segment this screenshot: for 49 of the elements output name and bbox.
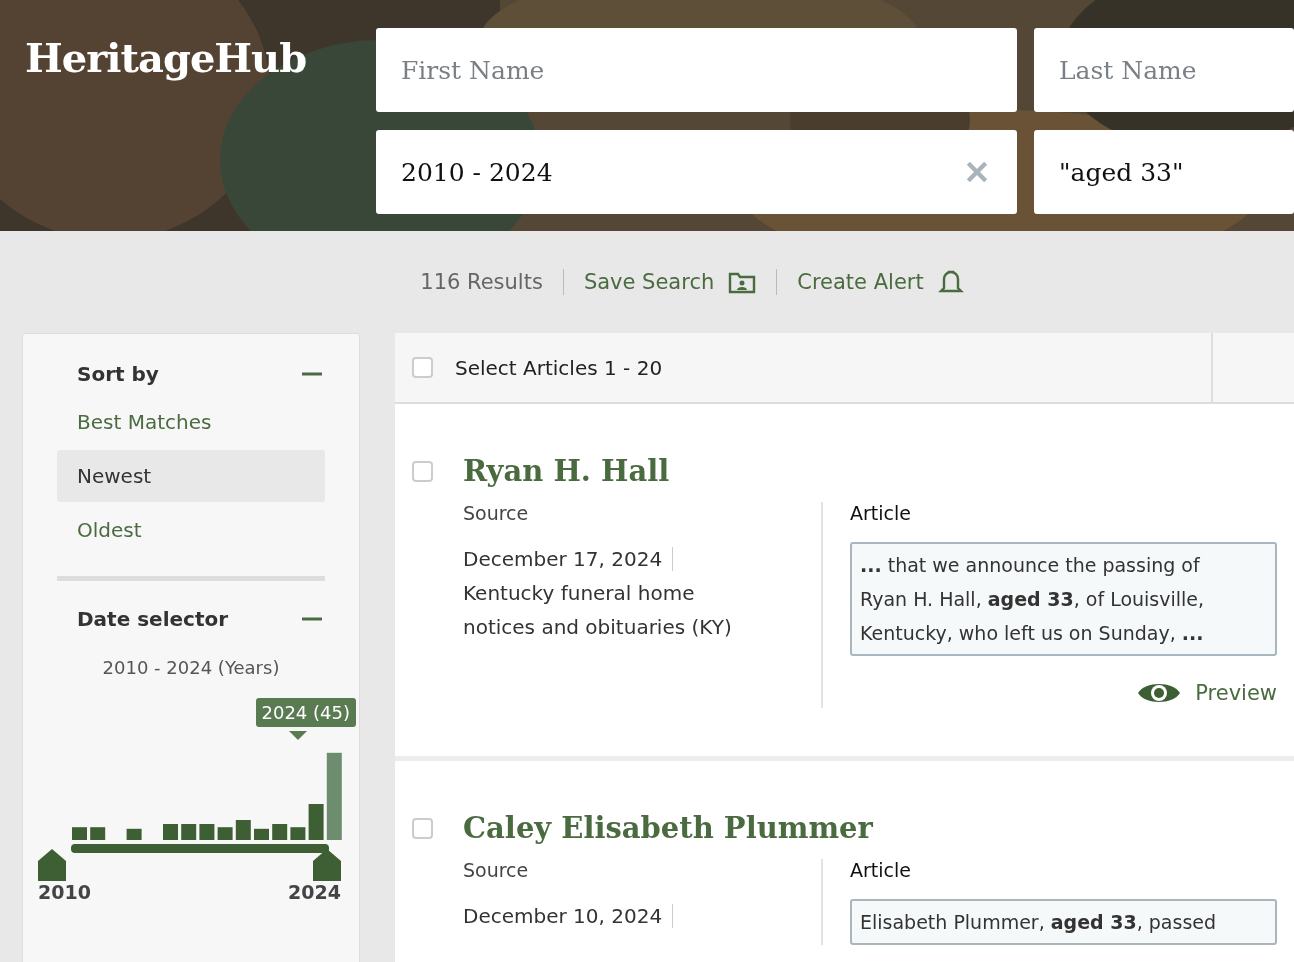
axis-label: 2010	[38, 881, 91, 903]
select-label: Select Articles 1 - 20	[455, 355, 664, 380]
histogram-bar[interactable]	[181, 824, 197, 840]
source-label: Source	[463, 859, 530, 881]
date-range-text: 2010 - 2024 (Years)	[101, 657, 281, 678]
article-snippet: Elisabeth Plummer, aged 33, passed	[850, 899, 1277, 945]
histogram-bar[interactable]	[217, 827, 233, 840]
sort-option[interactable]: Best Matches	[57, 396, 325, 448]
slider-handle[interactable]	[38, 849, 66, 881]
site-logo[interactable]: HeritageHub	[0, 0, 376, 81]
create-alert-link[interactable]: Create Alert	[797, 270, 924, 294]
histogram-bar[interactable]	[199, 824, 215, 840]
histogram-bar[interactable]	[326, 752, 342, 840]
preview-link[interactable]: Preview	[1195, 681, 1277, 705]
histogram-bar[interactable]	[254, 828, 269, 840]
checkbox[interactable]	[412, 357, 433, 378]
slider-handle[interactable]	[313, 849, 341, 881]
keyword-field[interactable]: "aged 33"	[1034, 130, 1294, 214]
date-text: December 10, 2024	[463, 903, 663, 930]
last-name-field[interactable]: Last Name	[1034, 28, 1294, 112]
source-label: Source	[463, 502, 530, 524]
date-range-field[interactable]: 2010 - 2024	[376, 130, 1017, 214]
histogram-bar[interactable]	[290, 827, 306, 840]
folder-icon	[728, 270, 757, 294]
tooltip-pointer	[289, 731, 307, 740]
histogram-bar[interactable]	[308, 804, 324, 840]
article-label: Article	[850, 502, 912, 524]
checkbox[interactable]	[412, 460, 433, 482]
section-title: Date selector	[77, 607, 229, 631]
year-tooltip: 2024 (45)	[255, 698, 356, 727]
histogram-bar[interactable]	[90, 827, 106, 840]
article-label: Article	[850, 859, 912, 881]
result-title[interactable]: Ryan H. Hall	[463, 454, 670, 488]
first-name-field[interactable]: First Name	[376, 28, 1017, 112]
result-count: 116 Results	[420, 270, 543, 294]
checkbox[interactable]	[412, 817, 433, 839]
article-snippet: ... that we announce the passing of Ryan H. Hall, aged 33, of Louisville, Kentucky, who left us on Sunday, ...	[850, 542, 1277, 656]
result-title[interactable]: Caley Elisabeth Plummer	[463, 811, 873, 845]
section-title: Sort by	[77, 362, 159, 386]
clear-icon[interactable]	[964, 159, 990, 185]
histogram-bar[interactable]	[126, 828, 142, 840]
histogram-bar[interactable]	[272, 824, 288, 840]
source-text: Kentucky funeral home notices and obituaries (KY)	[463, 580, 733, 641]
axis-label: 2024	[288, 881, 341, 903]
sort-option[interactable]: Oldest	[57, 504, 325, 556]
sort-option[interactable]: Newest	[57, 450, 325, 502]
histogram-bar[interactable]	[235, 820, 251, 840]
date-text: December 17, 2024	[463, 546, 663, 573]
save-search-link[interactable]: Save Search	[583, 270, 715, 294]
